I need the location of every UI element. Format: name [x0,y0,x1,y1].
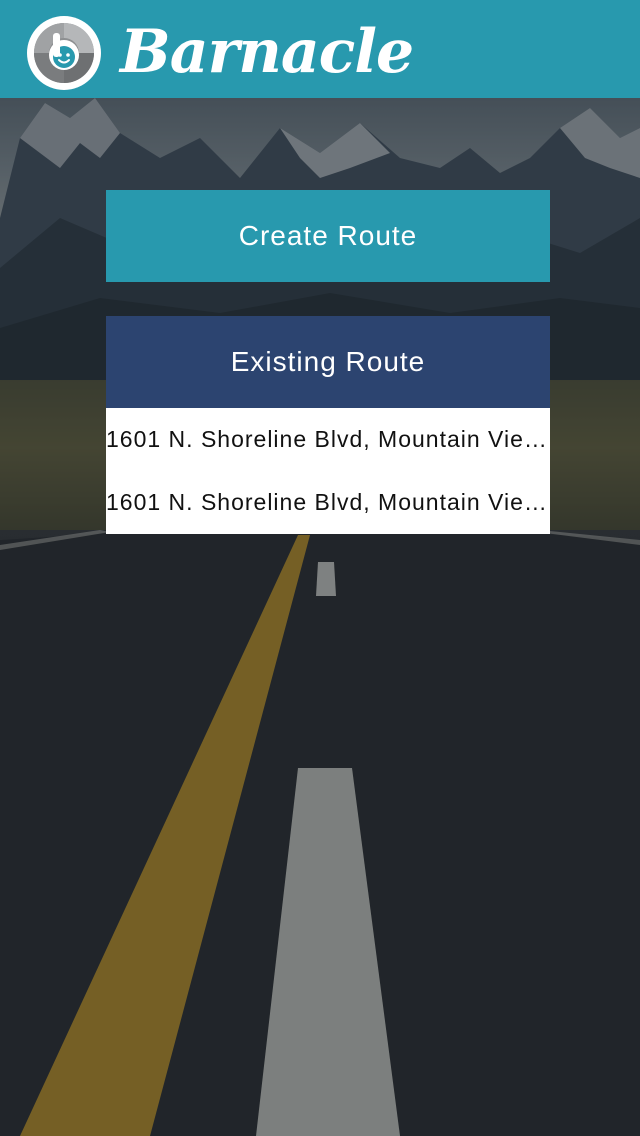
barnacle-logo-icon[interactable] [24,13,104,93]
create-route-button[interactable]: Create Route [106,190,550,282]
existing-route-button[interactable]: Existing Route [106,316,550,408]
app-title: Barnacle [120,17,414,87]
create-route-label: Create Route [238,220,418,251]
route-list-item[interactable]: 1601 N. Shoreline Blvd, Mountain View, C… [106,408,550,471]
existing-route-list: 1601 N. Shoreline Blvd, Mountain View, C… [106,408,550,534]
existing-route-label: Existing Route [230,346,426,377]
app-screen: Barnacle Create Route Existing Route 160… [0,0,640,1136]
route-list-item[interactable]: 1601 N. Shoreline Blvd, Mountain View, C… [106,471,550,534]
background-photo [0,0,640,1136]
dark-overlay [0,0,640,1136]
app-header: Barnacle [0,0,640,98]
